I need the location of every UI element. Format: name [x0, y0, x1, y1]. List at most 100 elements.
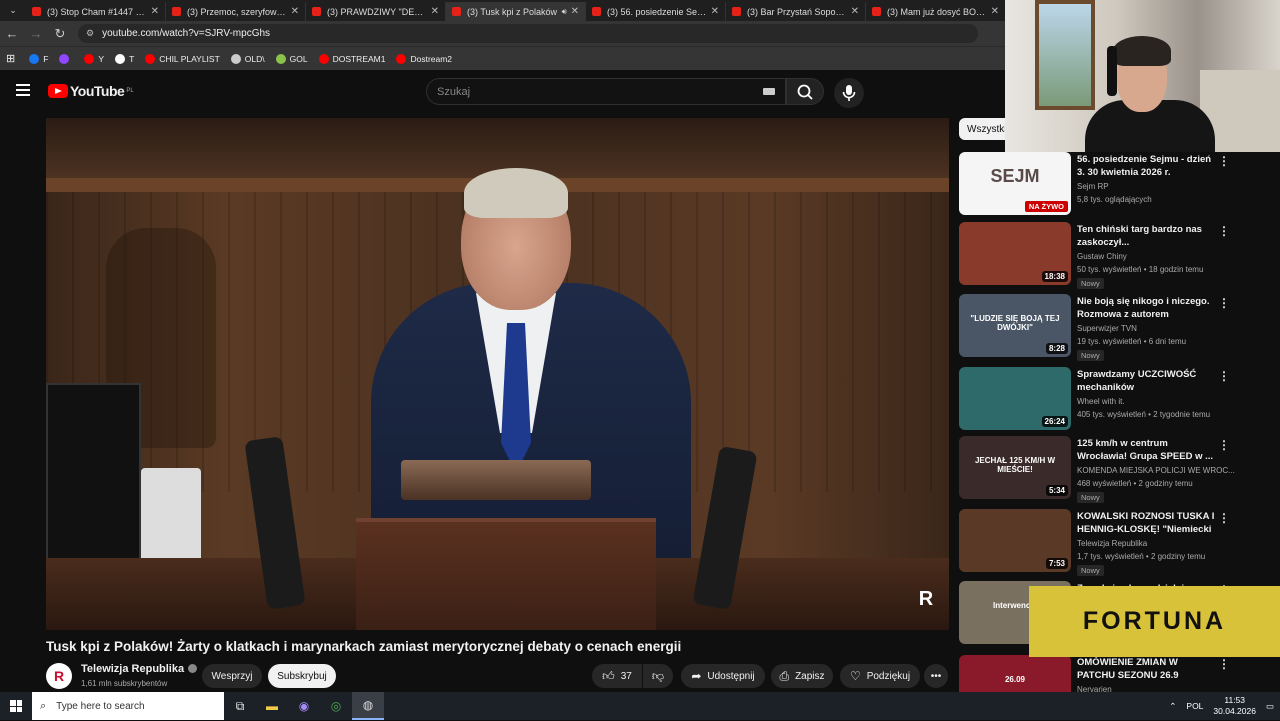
recommended-channel[interactable]: Wheel with it. [1077, 397, 1125, 406]
recommended-title[interactable]: 56. posiedzenie Sejmu - dzień 3. 30 kwie… [1077, 153, 1215, 179]
recommended-title[interactable]: KOWALSKI ROZNOSI TUSKA I HENNIG-KLOSKĘ! … [1077, 510, 1215, 536]
reload-icon[interactable]: ↻ [48, 26, 72, 42]
verified-icon [188, 664, 198, 673]
back-icon[interactable]: ← [0, 26, 24, 41]
recommended-title[interactable]: Nie boją się nikogo i niczego. Rozmowa z… [1077, 295, 1215, 321]
start-button[interactable] [0, 700, 32, 712]
browser-tab[interactable]: (3) Przemoc, szeryfowanie ✕ [166, 2, 306, 21]
bookmark-item[interactable]: T [115, 53, 134, 64]
video-thumbnail[interactable]: 7:53 [959, 509, 1071, 572]
voice-search-button[interactable] [834, 78, 864, 108]
browser-tab[interactable]: (3) 56. posiedzenie Sejmu ✕ [586, 2, 726, 21]
more-options-icon[interactable]: ⋮ [1218, 296, 1230, 310]
url-field[interactable]: ⚙ youtube.com/watch?v=SJRV-mpcGhs [78, 24, 978, 43]
search-button[interactable] [786, 78, 824, 105]
bookmark-label: GOL [289, 53, 308, 64]
more-options-icon[interactable]: ⋮ [1218, 224, 1230, 238]
youtube-logo[interactable]: YouTube PL [48, 83, 134, 99]
bookmark-item[interactable]: CHIL PLAYLIST [145, 53, 220, 64]
bookmark-item[interactable]: OLD\ [230, 53, 265, 64]
obs-icon[interactable]: ◍ [352, 692, 384, 720]
close-tab-icon[interactable]: ✕ [991, 6, 999, 17]
recommended-meta: 19 tys. wyświetleń • 6 dni temu [1077, 337, 1187, 346]
browser-tab[interactable]: (3) Tusk kpi z Polaków 🔊︎ ✕ [446, 2, 586, 21]
channel-name-row[interactable]: Telewizja Republika [81, 663, 198, 675]
recommended-channel[interactable]: Telewizja Republika [1077, 539, 1147, 548]
close-tab-icon[interactable]: ✕ [851, 6, 859, 17]
recommended-video[interactable]: "LUDZIE SIĘ BOJĄ TEJ DWÓJKI" 8:28 Nie boją… [959, 294, 1271, 361]
thanks-button[interactable]: ♡ Podziękuj [840, 664, 920, 688]
bookmark-item[interactable]: Dostream2 [396, 53, 452, 64]
youtube-icon [396, 53, 407, 64]
support-button[interactable]: Wesprzyj [202, 664, 262, 688]
recommended-video[interactable]: 26:24 Sprawdzamy UCZCIWOŚĆ mechaników sam… [959, 367, 1271, 433]
language-indicator[interactable]: POL [1186, 701, 1203, 711]
more-actions-button[interactable]: ••• [924, 664, 948, 688]
channel-avatar[interactable]: R [46, 663, 72, 689]
recommended-channel[interactable]: Sejm RP [1077, 182, 1109, 191]
more-options-icon[interactable]: ⋮ [1218, 369, 1230, 383]
browser-tab[interactable]: (3) PRAWDZIWY "DESPER ✕ [306, 2, 446, 21]
video-thumbnail[interactable]: SEJM NA ŻYWO [959, 152, 1071, 215]
video-thumbnail[interactable]: 18:38 [959, 222, 1071, 285]
recommended-title[interactable]: Ten chiński targ bardzo nas zaskoczył... [1077, 223, 1215, 249]
youtube-icon [318, 53, 329, 64]
browser-tab[interactable]: (3) Stop Cham #1447 - N ✕ [26, 2, 166, 21]
task-view-icon[interactable]: ⧉ [224, 692, 256, 720]
apps-grid-icon[interactable]: ⊞ [6, 52, 15, 65]
close-tab-icon[interactable]: ✕ [571, 6, 579, 17]
recommended-title[interactable]: OMÓWIENIE ZMIAN W PATCHU SEZONU 26.9 LEA… [1077, 656, 1215, 682]
recommended-channel[interactable]: Gustaw Chiny [1077, 252, 1127, 261]
close-tab-icon[interactable]: ✕ [711, 6, 719, 17]
channel-name[interactable]: Telewizja Republika [81, 663, 184, 675]
browser-tab[interactable]: (3) Mam już dosyć BOGA ✕ [866, 2, 1006, 21]
site-info-icon[interactable]: ⚙ [86, 28, 94, 39]
video-thumbnail[interactable]: "LUDZIE SIĘ BOJĄ TEJ DWÓJKI" 8:28 [959, 294, 1071, 357]
forward-icon[interactable]: → [24, 26, 48, 41]
keyboard-icon[interactable] [763, 88, 775, 95]
more-options-icon[interactable]: ⋮ [1218, 657, 1230, 671]
recommended-video[interactable]: 18:38 Ten chiński targ bardzo nas zaskocz… [959, 222, 1271, 289]
chrome-icon[interactable]: ◎ [320, 692, 352, 720]
video-player[interactable]: R [46, 118, 949, 630]
search-input[interactable]: Szukaj [426, 78, 786, 105]
taskbar-search[interactable]: ⌕ Type here to search [32, 692, 224, 720]
tab-search-icon[interactable]: ⌄ [0, 0, 26, 21]
recommended-channel[interactable]: KOMENDA MIEJSKA POLICJI WE WROC... [1077, 466, 1235, 475]
like-button[interactable]: 👍︎ 37 [592, 664, 642, 688]
video-thumbnail[interactable]: 26:24 [959, 367, 1071, 430]
subscribe-button[interactable]: Subskrybuj [268, 664, 336, 688]
recommended-video[interactable]: 7:53 KOWALSKI ROZNOSI TUSKA I HENNIG-KLOS… [959, 509, 1271, 576]
close-tab-icon[interactable]: ✕ [291, 6, 299, 17]
recommended-video[interactable]: SEJM NA ŻYWO 56. posiedzenie Sejmu - dzień… [959, 152, 1271, 218]
notification-icon[interactable]: ▭ [1266, 701, 1274, 712]
bookmark-item[interactable] [59, 53, 73, 64]
bookmark-item[interactable]: GOL [275, 53, 308, 64]
share-button[interactable]: ➦ Udostępnij [681, 664, 765, 688]
bookmark-item[interactable]: DOSTREAM1 [318, 53, 385, 64]
recommended-video[interactable]: JECHAŁ 125 KM/H W MIEŚCIE! 5:34 125 km/h w… [959, 436, 1271, 503]
recommended-channel[interactable]: Superwizjer TVN [1077, 324, 1137, 333]
file-explorer-icon[interactable]: ▬ [256, 692, 288, 720]
speaker-icon[interactable]: 🔊︎ [562, 7, 567, 17]
dislike-button[interactable]: 👎︎ [643, 664, 673, 688]
more-options-icon[interactable]: ⋮ [1218, 438, 1230, 452]
bookmark-item[interactable]: F [29, 53, 48, 64]
bookmark-item[interactable]: Y [84, 53, 104, 64]
tray-chevron-icon[interactable]: ⌃ [1169, 701, 1176, 712]
more-options-icon[interactable]: ⋮ [1218, 511, 1230, 525]
clock[interactable]: 11:53 30.04.2026 [1213, 695, 1256, 717]
more-options-icon[interactable]: ⋮ [1218, 154, 1230, 168]
logo-text: YouTube [70, 83, 125, 99]
menu-icon[interactable] [16, 84, 30, 96]
app-icon[interactable]: ◉ [288, 692, 320, 720]
recommended-title[interactable]: Sprawdzamy UCZCIWOŚĆ mechaników samochod… [1077, 368, 1215, 394]
recommended-title[interactable]: 125 km/h w centrum Wrocławia! Grupa SPEE… [1077, 437, 1215, 463]
save-button[interactable]: ⎙ Zapisz [771, 664, 833, 688]
close-tab-icon[interactable]: ✕ [431, 6, 439, 17]
browser-tab[interactable]: (3) Bar Przystań Sopot — ✕ [726, 2, 866, 21]
printer-image [141, 468, 201, 563]
video-thumbnail[interactable]: JECHAŁ 125 KM/H W MIEŚCIE! 5:34 [959, 436, 1071, 499]
lectern-top [401, 460, 591, 500]
close-tab-icon[interactable]: ✕ [151, 6, 159, 17]
